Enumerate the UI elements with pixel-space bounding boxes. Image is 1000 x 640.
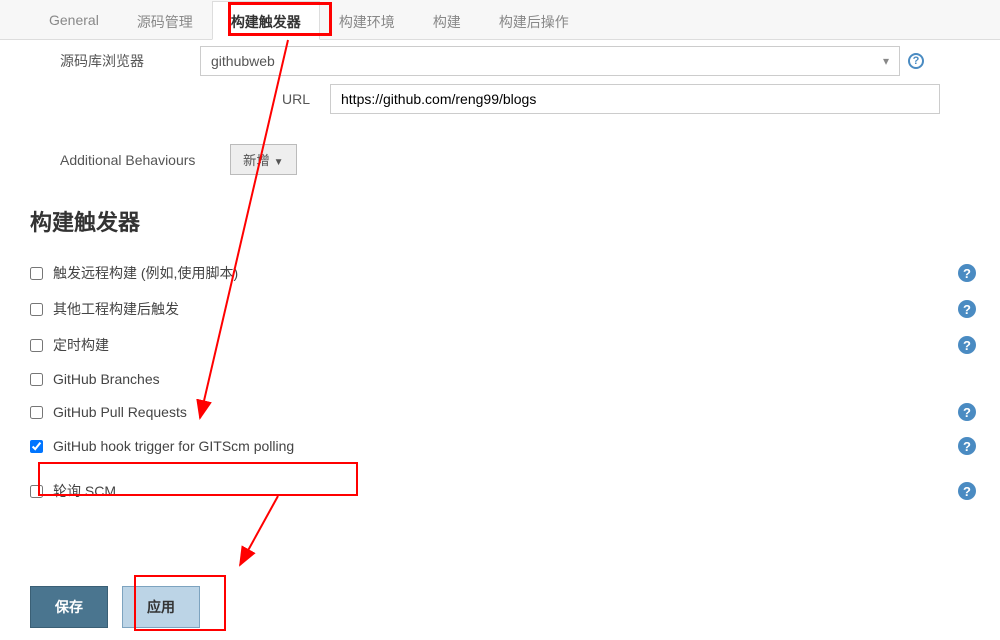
tab-general[interactable]: General	[30, 1, 118, 40]
main-content: 源码库浏览器 githubweb ? URL Additional Behavi…	[0, 46, 1000, 509]
additional-behaviours-label: Additional Behaviours	[30, 152, 230, 168]
trigger-label: 触发远程构建 (例如,使用脚本)	[53, 263, 958, 283]
trigger-pr-checkbox[interactable]	[30, 406, 43, 419]
footer-bar: 保存 应用	[30, 586, 200, 628]
trigger-label: GitHub hook trigger for GITScm polling	[53, 438, 958, 454]
trigger-hook-checkbox[interactable]	[30, 440, 43, 453]
trigger-schedule: 定时构建 ?	[30, 327, 980, 363]
help-icon[interactable]: ?	[958, 403, 976, 421]
triggers-section-title: 构建触发器	[30, 205, 980, 237]
trigger-github-hook: GitHub hook trigger for GITScm polling ?	[30, 429, 980, 463]
tab-build[interactable]: 构建	[414, 1, 480, 40]
tab-bar: General 源码管理 构建触发器 构建环境 构建 构建后操作	[0, 0, 1000, 40]
tab-scm[interactable]: 源码管理	[118, 1, 212, 40]
help-icon[interactable]: ?	[958, 300, 976, 318]
help-icon[interactable]: ?	[958, 336, 976, 354]
trigger-github-branches: GitHub Branches	[30, 363, 980, 395]
trigger-label: 定时构建	[53, 335, 958, 355]
tab-build-env[interactable]: 构建环境	[320, 1, 414, 40]
trigger-branches-checkbox[interactable]	[30, 373, 43, 386]
help-icon[interactable]: ?	[958, 264, 976, 282]
chevron-down-icon: ▼	[274, 157, 284, 168]
trigger-github-pr: GitHub Pull Requests ?	[30, 395, 980, 429]
tab-build-triggers[interactable]: 构建触发器	[212, 1, 320, 40]
scm-browser-select[interactable]: githubweb	[200, 46, 900, 76]
trigger-remote: 触发远程构建 (例如,使用脚本) ?	[30, 255, 980, 291]
trigger-label: 轮询 SCM	[53, 481, 958, 501]
help-icon[interactable]: ?	[908, 53, 924, 69]
apply-button[interactable]: 应用	[122, 586, 200, 628]
help-icon[interactable]: ?	[958, 482, 976, 500]
trigger-poll-checkbox[interactable]	[30, 485, 43, 498]
trigger-label: GitHub Pull Requests	[53, 404, 958, 420]
save-button[interactable]: 保存	[30, 586, 108, 628]
add-behaviour-button[interactable]: 新增▼	[230, 144, 297, 175]
trigger-after-project: 其他工程构建后触发 ?	[30, 291, 980, 327]
scm-browser-label: 源码库浏览器	[30, 51, 200, 71]
trigger-after-checkbox[interactable]	[30, 303, 43, 316]
trigger-label: GitHub Branches	[53, 371, 980, 387]
trigger-label: 其他工程构建后触发	[53, 299, 958, 319]
trigger-remote-checkbox[interactable]	[30, 267, 43, 280]
trigger-poll-scm: 轮询 SCM ?	[30, 473, 980, 509]
help-icon[interactable]: ?	[958, 437, 976, 455]
url-input[interactable]	[330, 84, 940, 114]
trigger-schedule-checkbox[interactable]	[30, 339, 43, 352]
tab-post-build[interactable]: 构建后操作	[480, 1, 588, 40]
url-label: URL	[30, 91, 330, 107]
